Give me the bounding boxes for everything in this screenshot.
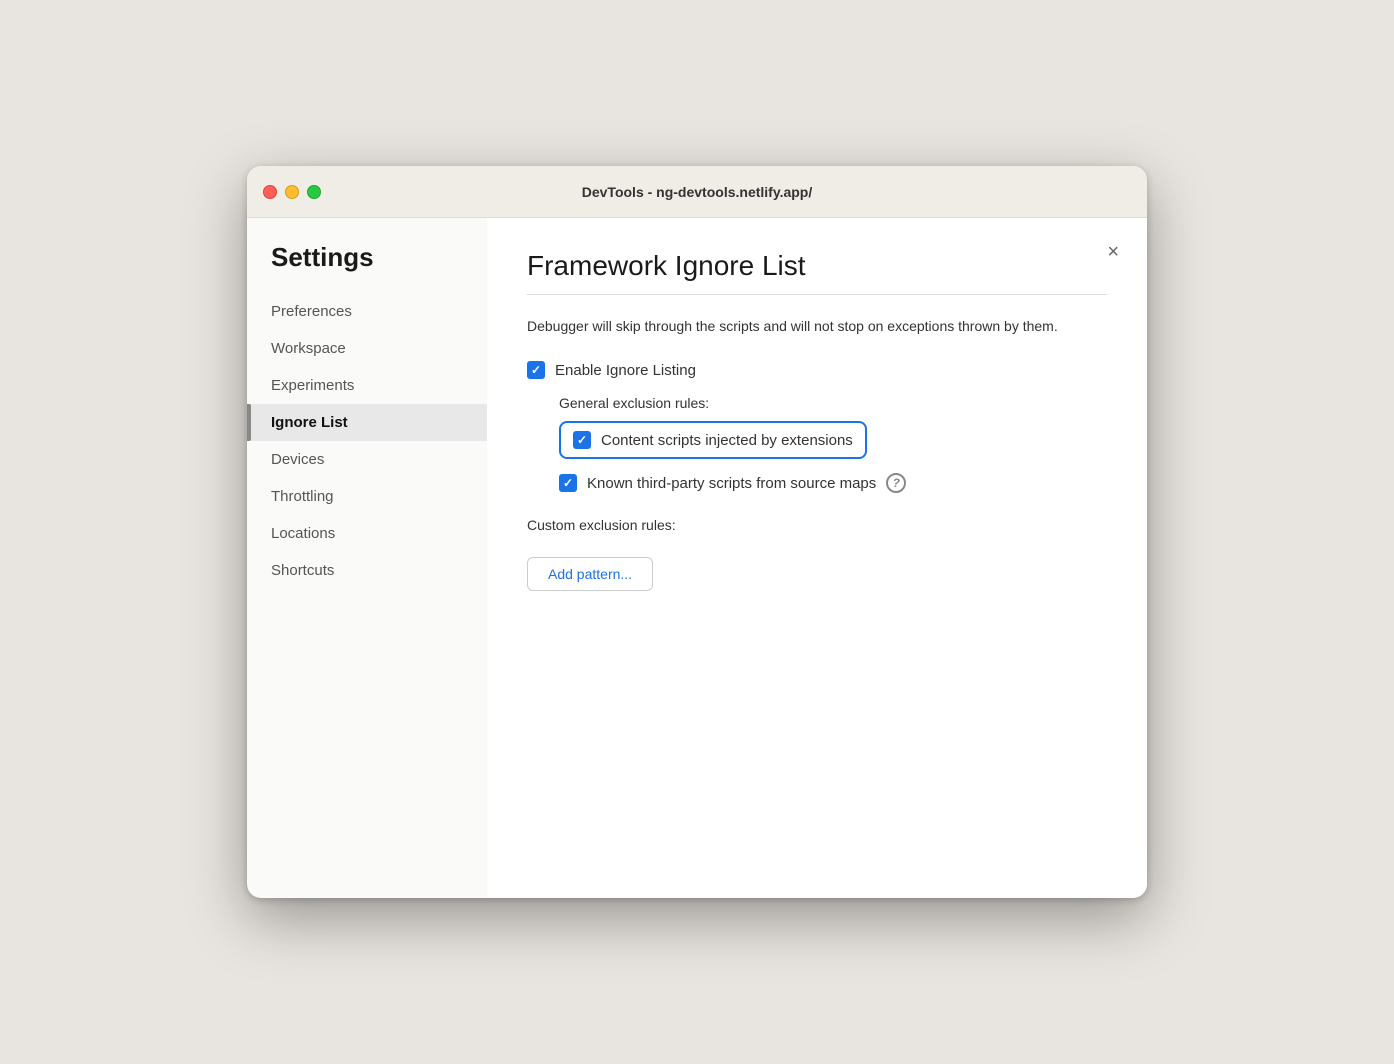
content-scripts-label[interactable]: Content scripts injected by extensions (601, 432, 853, 449)
enable-ignore-listing-label[interactable]: Enable Ignore Listing (555, 362, 696, 379)
add-pattern-button[interactable]: Add pattern... (527, 557, 653, 591)
sidebar-item-preferences[interactable]: Preferences (247, 293, 487, 330)
content-scripts-row: ✓ Content scripts injected by extensions (559, 421, 867, 459)
titlebar-title: DevTools - ng-devtools.netlify.app/ (582, 184, 813, 200)
devtools-window: DevTools - ng-devtools.netlify.app/ Sett… (247, 166, 1147, 898)
sidebar-heading: Settings (247, 242, 487, 293)
description-text: Debugger will skip through the scripts a… (527, 315, 1107, 337)
enable-ignore-listing-row: ✓ Enable Ignore Listing (527, 361, 1107, 379)
minimize-traffic-light[interactable] (285, 185, 299, 199)
sidebar: Settings Preferences Workspace Experimen… (247, 218, 487, 898)
traffic-lights (263, 185, 321, 199)
content-area: Settings Preferences Workspace Experimen… (247, 218, 1147, 898)
checkmark-icon: ✓ (577, 434, 587, 446)
general-exclusion-section: General exclusion rules: ✓ Content scrip… (527, 395, 1107, 493)
sidebar-item-throttling[interactable]: Throttling (247, 478, 487, 515)
close-button[interactable]: × (1103, 238, 1123, 266)
close-traffic-light[interactable] (263, 185, 277, 199)
content-scripts-checkbox[interactable]: ✓ (573, 431, 591, 449)
third-party-scripts-row: ✓ Known third-party scripts from source … (559, 473, 1107, 493)
sidebar-item-devices[interactable]: Devices (247, 441, 487, 478)
third-party-scripts-checkbox[interactable]: ✓ (559, 474, 577, 492)
title-divider (527, 294, 1107, 295)
checkmark-icon: ✓ (563, 477, 573, 489)
titlebar: DevTools - ng-devtools.netlify.app/ (247, 166, 1147, 218)
general-exclusion-label: General exclusion rules: (559, 395, 1107, 411)
sidebar-item-locations[interactable]: Locations (247, 515, 487, 552)
sidebar-item-experiments[interactable]: Experiments (247, 367, 487, 404)
enable-ignore-listing-checkbox[interactable]: ✓ (527, 361, 545, 379)
custom-exclusion-label: Custom exclusion rules: (527, 517, 1107, 533)
sidebar-item-ignore-list[interactable]: Ignore List (247, 404, 487, 441)
checkmark-icon: ✓ (531, 364, 541, 376)
info-icon[interactable]: ? (886, 473, 906, 493)
third-party-scripts-label[interactable]: Known third-party scripts from source ma… (587, 475, 876, 492)
sidebar-item-shortcuts[interactable]: Shortcuts (247, 552, 487, 589)
sidebar-item-workspace[interactable]: Workspace (247, 330, 487, 367)
page-title: Framework Ignore List (527, 250, 1107, 282)
maximize-traffic-light[interactable] (307, 185, 321, 199)
main-content: × Framework Ignore List Debugger will sk… (487, 218, 1147, 898)
